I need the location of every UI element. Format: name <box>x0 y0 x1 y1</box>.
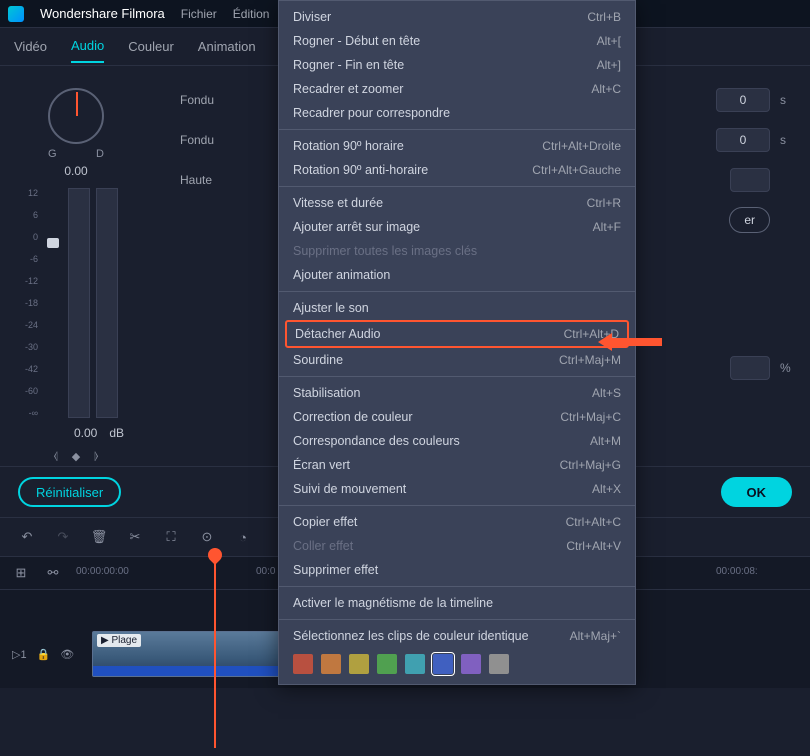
context-item[interactable]: Ajuster le son <box>279 296 635 320</box>
context-item[interactable]: Ajouter arrêt sur imageAlt+F <box>279 215 635 239</box>
color-swatch[interactable] <box>293 654 313 674</box>
context-item[interactable]: Rotation 90º anti-horaireCtrl+Alt+Gauche <box>279 158 635 182</box>
ok-button[interactable]: OK <box>721 477 793 507</box>
context-item[interactable]: Suivi de mouvementAlt+X <box>279 477 635 501</box>
tab-video[interactable]: Vidéo <box>14 31 47 62</box>
context-separator <box>279 586 635 587</box>
color-swatch[interactable] <box>321 654 341 674</box>
vu-meter-area: 1260-6-12-18-24-30-42-60-∞ <box>16 188 136 418</box>
pill-button[interactable]: er <box>729 207 770 233</box>
playhead[interactable] <box>214 548 216 748</box>
context-separator <box>279 186 635 187</box>
delete-icon[interactable]: 🗑 <box>90 528 108 546</box>
menu-file[interactable]: Fichier <box>181 7 217 21</box>
context-item[interactable]: Écran vertCtrl+Maj+G <box>279 453 635 477</box>
context-item[interactable]: Activer le magnétisme de la timeline <box>279 591 635 615</box>
visibility-icon[interactable]: 👁 <box>60 648 74 661</box>
context-item[interactable]: Sélectionnez les clips de couleur identi… <box>279 624 635 648</box>
context-item[interactable]: Détacher AudioCtrl+Alt+D <box>285 320 629 348</box>
keyframe-nav: ⦉ ◆ ⦊ <box>16 450 136 463</box>
unit-pct: % <box>780 361 790 375</box>
app-title: Wondershare Filmora <box>40 6 165 21</box>
context-item[interactable]: Copier effetCtrl+Alt+C <box>279 510 635 534</box>
video-clip[interactable]: ▶ Plage <box>92 631 282 677</box>
dial-needle-icon <box>76 92 78 116</box>
balance-dial[interactable] <box>48 88 104 144</box>
context-item[interactable]: StabilisationAlt+S <box>279 381 635 405</box>
context-item[interactable]: Rotation 90º horaireCtrl+Alt+Droite <box>279 134 635 158</box>
pitch-label: Haute <box>180 173 212 187</box>
color-swatch[interactable] <box>349 654 369 674</box>
color-swatch[interactable] <box>461 654 481 674</box>
pitch-input[interactable] <box>730 168 770 192</box>
context-item[interactable]: Correspondance des couleursAlt+M <box>279 429 635 453</box>
next-keyframe-icon[interactable]: ⦊ <box>94 450 98 463</box>
color-swatch[interactable] <box>489 654 509 674</box>
vu-ticks: 1260-6-12-18-24-30-42-60-∞ <box>16 188 38 418</box>
context-color-swatches <box>279 648 635 680</box>
tab-animation[interactable]: Animation <box>198 31 256 62</box>
color-swatch[interactable] <box>405 654 425 674</box>
unit-s: s <box>780 93 790 107</box>
context-item: Coller effetCtrl+Alt+V <box>279 534 635 558</box>
context-item[interactable]: Correction de couleurCtrl+Maj+C <box>279 405 635 429</box>
fade-out-input[interactable] <box>716 128 770 152</box>
vu-meter-right <box>96 188 118 418</box>
balance-left-label: G <box>48 148 57 160</box>
context-item[interactable]: SourdineCtrl+Maj+M <box>279 348 635 372</box>
prev-keyframe-icon[interactable]: ⦉ <box>54 450 58 463</box>
volume-slider[interactable] <box>48 188 58 418</box>
color-swatch[interactable] <box>433 654 453 674</box>
balance-value: 0.00 <box>16 164 136 178</box>
vu-value: 0.00 <box>74 426 97 440</box>
menu-edit[interactable]: Édition <box>233 7 270 21</box>
speed-icon[interactable]: ⊙ <box>198 528 216 546</box>
slider-handle-icon <box>47 238 59 248</box>
link-icon[interactable]: ⚯ <box>44 564 62 582</box>
pct-input[interactable] <box>730 356 770 380</box>
context-separator <box>279 291 635 292</box>
fade-in-input[interactable] <box>716 88 770 112</box>
undo-icon[interactable]: ↶ <box>18 528 36 546</box>
context-separator <box>279 505 635 506</box>
reset-button[interactable]: Réinitialiser <box>18 477 121 507</box>
fade-out-label: Fondu <box>180 133 214 147</box>
context-item: Supprimer toutes les images clés <box>279 239 635 263</box>
lock-icon[interactable]: 🔒 <box>37 648 51 661</box>
balance-right-label: D <box>96 148 104 160</box>
crop-icon[interactable]: ⛶ <box>162 528 180 546</box>
tab-color[interactable]: Couleur <box>128 31 174 62</box>
context-item[interactable]: Rogner - Fin en têteAlt+] <box>279 53 635 77</box>
cut-icon[interactable]: ✂ <box>126 528 144 546</box>
add-track-icon[interactable]: ⊞ <box>12 564 30 582</box>
color-icon[interactable]: ◔ <box>234 528 252 546</box>
context-item[interactable]: Ajouter animation <box>279 263 635 287</box>
color-swatch[interactable] <box>377 654 397 674</box>
unit-s2: s <box>780 133 790 147</box>
vu-unit: dB <box>109 426 124 440</box>
annotation-arrow-icon <box>610 338 662 346</box>
redo-icon[interactable]: ↷ <box>54 528 72 546</box>
add-keyframe-icon[interactable]: ◆ <box>72 450 80 463</box>
clip-name: ▶ Plage <box>97 634 141 647</box>
context-item[interactable]: Recadrer et zoomerAlt+C <box>279 77 635 101</box>
vu-meter-left <box>68 188 90 418</box>
context-item[interactable]: Rogner - Début en têteAlt+[ <box>279 29 635 53</box>
fade-in-label: Fondu <box>180 93 214 107</box>
context-menu: DiviserCtrl+BRogner - Début en têteAlt+[… <box>278 0 636 685</box>
context-separator <box>279 376 635 377</box>
app-logo-icon <box>8 6 24 22</box>
context-separator <box>279 129 635 130</box>
context-separator <box>279 619 635 620</box>
tab-audio[interactable]: Audio <box>71 30 104 63</box>
context-item[interactable]: Supprimer effet <box>279 558 635 582</box>
context-item[interactable]: Vitesse et duréeCtrl+R <box>279 191 635 215</box>
clip-audio-wave <box>93 666 281 676</box>
context-item[interactable]: DiviserCtrl+B <box>279 5 635 29</box>
track-label: ▷1 <box>12 648 27 661</box>
context-item[interactable]: Recadrer pour correspondre <box>279 101 635 125</box>
